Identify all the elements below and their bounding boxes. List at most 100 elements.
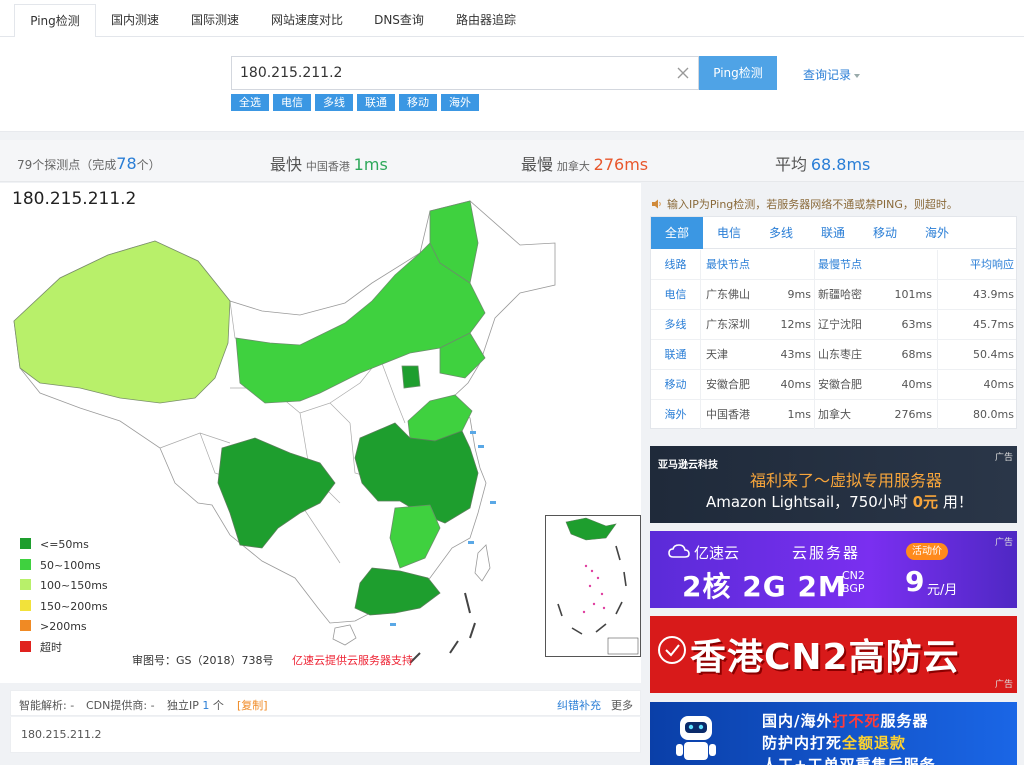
dns-info-bar: 智能解析: - CDN提供商: - 独立IP 1 个 [复制] 纠错补充 更多 [10, 690, 641, 716]
summary-bar: 79个探测点（完成78个） 最快 中国香港 1ms 最慢 加拿大 276ms 平… [0, 140, 1024, 182]
average-stat: 平均 68.8ms [775, 151, 870, 175]
filter-all[interactable]: 全选 [231, 94, 269, 111]
result-tab-unicom[interactable]: 联通 [807, 217, 859, 249]
table-row: 移动 安徽合肥 40ms 安徽合肥 40ms 40ms [651, 370, 1016, 400]
inset-islands [582, 564, 606, 614]
filter-unicom[interactable]: 联通 [357, 94, 395, 111]
ad-headline-part: 国内/海外 [762, 712, 833, 730]
legend-label: 100~150ms [40, 579, 108, 592]
slowest-label: 最慢 [521, 155, 554, 174]
search-input[interactable] [240, 57, 660, 89]
inset-island [588, 584, 592, 588]
ad-network-bgp: BGP [842, 582, 865, 595]
inset-island [602, 606, 606, 610]
row-slow-value: 63ms [901, 318, 932, 331]
column-divider [814, 250, 815, 280]
ad-banner-hk-cn2[interactable]: 香港CN2高防云 广告 [650, 616, 1017, 693]
water-label-bohai [470, 431, 476, 434]
map-title: 180.215.211.2 [12, 189, 137, 209]
ad-banner-amazon[interactable]: 亚马逊云科技 广告 福利来了～虚拟专用服务器 Amazon Lightsail，… [650, 446, 1017, 523]
result-tab-all[interactable]: 全部 [651, 217, 703, 249]
table-header-row: 线路 最快节点 最慢节点 平均响应 [651, 250, 1016, 280]
ad-footer-line: 人工+工单双重售后服务 [762, 754, 936, 765]
legend-swatch [20, 620, 31, 631]
filter-multiline[interactable]: 多线 [315, 94, 353, 111]
row-avg: 80.0ms [937, 400, 1014, 430]
search-box [231, 56, 699, 90]
water-label-south-sea [390, 623, 396, 626]
fastest-location: 中国香港 [305, 160, 350, 173]
ad-footer-text: 人工+工单双重售后服务 [762, 756, 936, 765]
legend-swatch [20, 579, 31, 590]
ad-subline-highlight: 全额退款 [842, 734, 907, 752]
row-avg: 40ms [937, 370, 1014, 400]
column-divider [814, 340, 815, 370]
row-line[interactable]: 电信 [651, 280, 701, 310]
result-tab-mobile[interactable]: 移动 [859, 217, 911, 249]
filter-telecom[interactable]: 电信 [273, 94, 311, 111]
independent-ip: 独立IP 1 个 [167, 697, 224, 713]
inset-dash-lines [557, 545, 627, 635]
ad-brand: 亿速云 [694, 544, 740, 562]
tab-traceroute[interactable]: 路由器追踪 [446, 4, 526, 37]
ad-subline-part: 防护内打死 [762, 734, 843, 752]
row-line[interactable]: 联通 [651, 340, 701, 370]
ad-banner-ddos[interactable]: 国内/海外打不死服务器 防护内打死全额退款 人工+工单双重售后服务 [650, 702, 1017, 765]
tab-site-compare[interactable]: 网站速度对比 [262, 4, 352, 37]
south-sea-inset-map [557, 517, 639, 655]
tab-domestic-speed[interactable]: 国内测速 [100, 4, 170, 37]
ad-headline: 福利来了～虚拟专用服务器 [750, 471, 943, 490]
province-taiwan [474, 544, 491, 582]
legend-swatch [20, 640, 31, 652]
copy-button[interactable]: [复制] [237, 697, 268, 713]
ad-network-cn2: CN2 [842, 569, 865, 582]
tab-dns[interactable]: DNS查询 [362, 4, 436, 37]
column-divider [814, 280, 815, 310]
inset-island [596, 576, 600, 580]
smart-resolve: 智能解析: - [19, 699, 75, 712]
ad-tag: 广告 [994, 680, 1013, 690]
more-link[interactable]: 更多 [611, 697, 633, 713]
speaker-icon [652, 199, 661, 209]
header-avg: 平均响应 [937, 250, 1014, 280]
row-line[interactable]: 多线 [651, 310, 701, 340]
report-correction-link[interactable]: 纠错补充 [557, 697, 601, 713]
legend-label: >200ms [40, 620, 87, 633]
ad-banner-yisu[interactable]: 亿速云 云服务器 活动价 广告 2核 2G 2M CN2 BGP 9 元/月 [650, 531, 1017, 608]
legend-item: 150~200ms [20, 597, 108, 618]
history-dropdown[interactable]: 查询记录 [803, 66, 861, 83]
tab-international-speed[interactable]: 国际测速 [180, 4, 250, 37]
independent-ip-label: 独立IP [167, 699, 199, 712]
inset-island [600, 592, 604, 596]
ad-brand: 亚马逊云科技 [658, 460, 718, 471]
inset-coastline [565, 517, 617, 541]
map-provider-link[interactable]: 亿速云提供云服务器支持 [292, 652, 413, 668]
ad-subline-text: Amazon Lightsail，750小时 [706, 493, 908, 511]
slowest-value: 276ms [593, 155, 649, 174]
brand-logo-icon [658, 636, 686, 664]
filter-mobile[interactable]: 移动 [399, 94, 437, 111]
province-shanxi [401, 365, 421, 389]
row-line[interactable]: 移动 [651, 370, 701, 400]
filter-overseas[interactable]: 海外 [441, 94, 479, 111]
fastest-stat: 最快 中国香港 1ms [270, 151, 388, 175]
result-tab-overseas[interactable]: 海外 [911, 217, 963, 249]
average-label: 平均 [775, 155, 808, 174]
province-xinjiang [13, 240, 231, 404]
tab-ping[interactable]: Ping检测 [14, 4, 96, 38]
row-line[interactable]: 海外 [651, 400, 701, 430]
ad-subline: Amazon Lightsail，750小时 0元 用！ [706, 491, 973, 512]
ip-result-row: 180.215.211.2 [10, 717, 641, 753]
water-label-taiwan-strait [468, 541, 474, 544]
close-icon[interactable] [674, 64, 692, 82]
ping-button[interactable]: Ping检测 [699, 56, 777, 90]
row-fast-value: 40ms [780, 378, 811, 391]
ad-tag: 广告 [994, 538, 1013, 548]
row-avg: 43.9ms [937, 280, 1014, 310]
legend-item: 100~150ms [20, 576, 108, 597]
ad-subline-price: 0元 [912, 493, 939, 511]
legend-item: >200ms [20, 617, 108, 638]
column-divider [814, 310, 815, 340]
result-tab-telecom[interactable]: 电信 [703, 217, 755, 249]
result-tab-multiline[interactable]: 多线 [755, 217, 807, 249]
